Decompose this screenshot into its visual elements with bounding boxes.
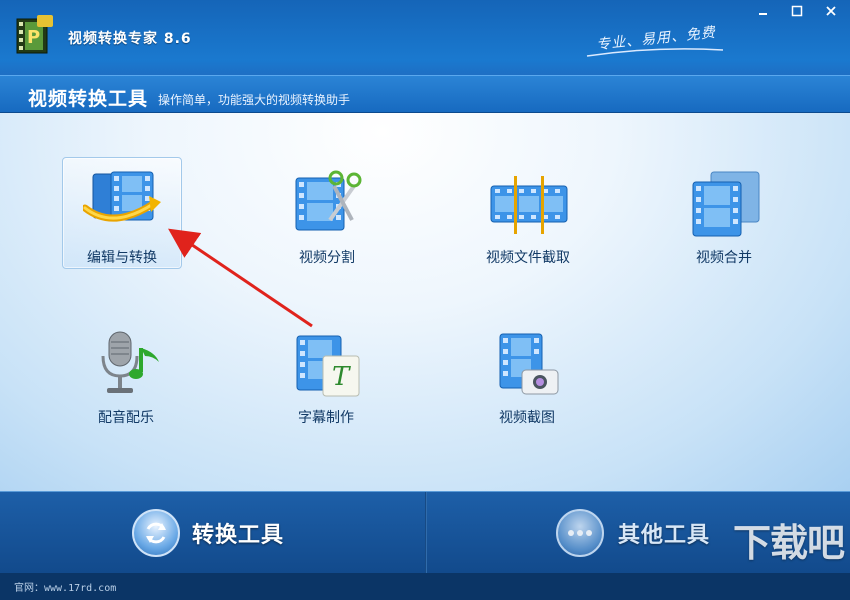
close-icon bbox=[826, 6, 836, 16]
close-button[interactable] bbox=[818, 2, 844, 20]
tools-panel: 编辑与转换 视频分割 视频文件截取 视频合并 配音配乐 T 字幕制作 视频截图 bbox=[0, 113, 850, 491]
website-text: 官网：www.17rd.com bbox=[14, 583, 117, 594]
tool-video-merge[interactable]: 视频合并 bbox=[664, 157, 784, 269]
tool-video-split[interactable]: 视频分割 bbox=[267, 157, 387, 269]
tool-label: 字幕制作 bbox=[298, 410, 354, 426]
dubbing-music-icon bbox=[101, 331, 159, 393]
title-bar[interactable]: P 视频转换专家 8.6 专业、易用、免费 bbox=[0, 0, 850, 75]
edit-convert-icon bbox=[83, 171, 161, 222]
swoosh-decoration bbox=[586, 48, 724, 57]
app-window: P 视频转换专家 8.6 专业、易用、免费 视频转换工具 操作简单，功能强大的视… bbox=[0, 0, 850, 600]
minimize-button[interactable] bbox=[750, 2, 776, 20]
refresh-icon bbox=[132, 509, 180, 557]
page-subtitle: 操作简单，功能强大的视频转换助手 bbox=[158, 93, 351, 107]
video-clip-icon bbox=[490, 176, 568, 234]
maximize-button[interactable] bbox=[784, 2, 810, 20]
tab-label: 转换工具 bbox=[192, 523, 285, 548]
tool-label: 视频截图 bbox=[499, 410, 555, 426]
tab-label: 其他工具 bbox=[618, 523, 711, 548]
footer: 官网：www.17rd.com bbox=[0, 573, 850, 600]
tool-label: 视频文件截取 bbox=[486, 250, 570, 266]
tool-label: 视频分割 bbox=[299, 250, 355, 266]
tool-dubbing-music[interactable]: 配音配乐 bbox=[66, 317, 186, 429]
app-title: 视频转换专家 8.6 bbox=[68, 31, 192, 47]
svg-text:P: P bbox=[27, 27, 40, 48]
watermark-text: 下载吧 bbox=[732, 521, 845, 565]
tool-edit-convert[interactable]: 编辑与转换 bbox=[62, 157, 182, 269]
tool-subtitle[interactable]: T 字幕制作 bbox=[266, 317, 386, 429]
tool-label: 编辑与转换 bbox=[87, 250, 157, 266]
tool-screenshot[interactable]: 视频截图 bbox=[467, 317, 587, 429]
bottom-nav: 转换工具 其他工具 bbox=[0, 491, 850, 574]
tool-label: 视频合并 bbox=[696, 250, 752, 266]
app-logo-icon: P bbox=[16, 15, 53, 54]
page-title: 视频转换工具 bbox=[28, 88, 149, 110]
more-icon bbox=[556, 509, 604, 557]
screenshot-icon bbox=[499, 333, 559, 395]
tool-label: 配音配乐 bbox=[98, 410, 154, 426]
maximize-icon bbox=[791, 5, 803, 17]
minimize-icon bbox=[759, 13, 767, 15]
svg-text:T: T bbox=[332, 362, 351, 392]
header-band: 视频转换工具 操作简单，功能强大的视频转换助手 bbox=[0, 75, 850, 113]
video-split-icon bbox=[295, 170, 362, 231]
subtitle-icon: T bbox=[296, 335, 360, 397]
video-merge-icon bbox=[692, 171, 760, 237]
tab-convert-tools[interactable]: 转换工具 bbox=[0, 492, 424, 574]
tool-video-clip[interactable]: 视频文件截取 bbox=[467, 157, 589, 269]
